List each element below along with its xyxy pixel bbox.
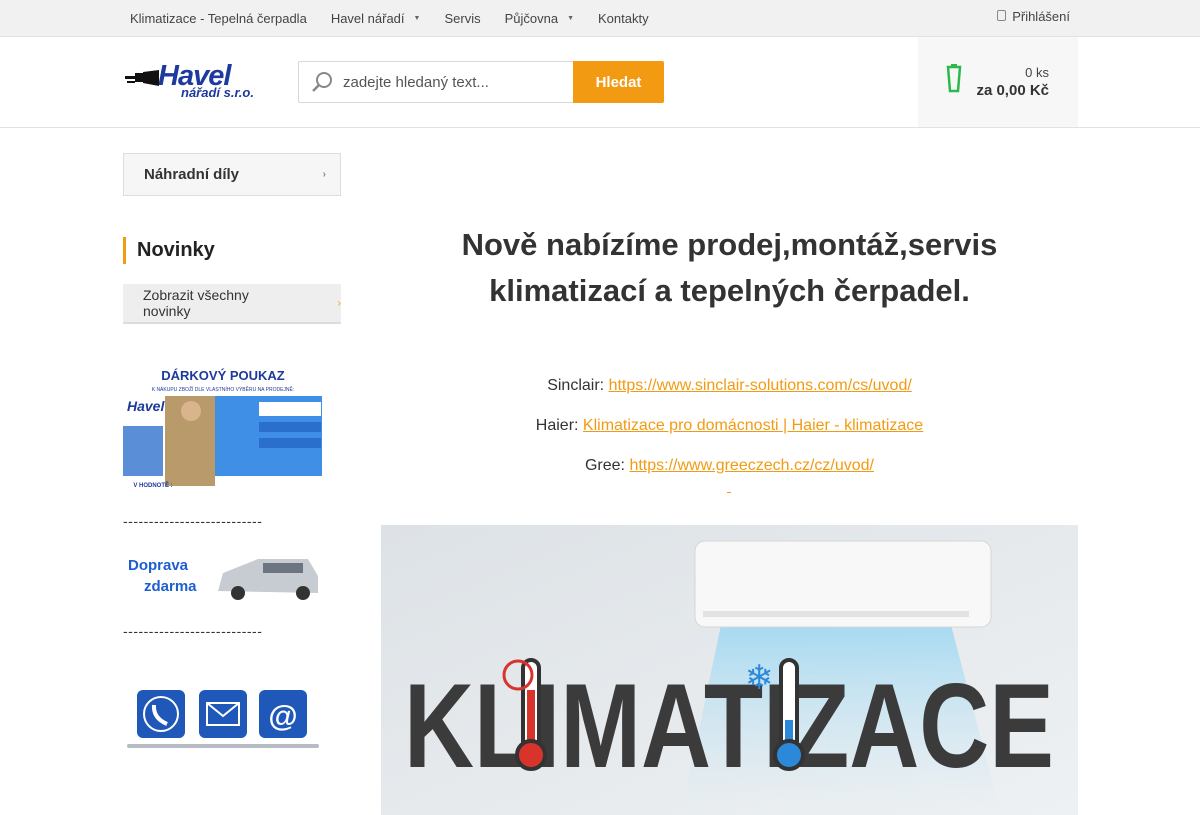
all-news-label: Zobrazit všechny novinky [143,287,249,319]
mail-icon [199,690,247,738]
nav-item-kontakty[interactable]: Kontakty [586,11,661,26]
top-nav: Klimatizace - Tepelná čerpadla Havel nář… [118,0,661,36]
login-link[interactable]: Přihlášení [997,9,1070,24]
brand-label: Haier: [535,417,579,434]
search-input[interactable] [343,73,563,91]
cart-icon [946,64,962,93]
header: Havel nářadí s.r.o. Hledat 0 ks za 0,00 … [0,37,1200,128]
caret-down-icon: ▼ [413,14,421,22]
free-delivery-banner[interactable]: Doprava zdarma [123,551,323,603]
login-label: Přihlášení [1012,9,1070,24]
caret-down-icon: ▼ [567,14,575,22]
brand-line-sinclair: Sinclair: https://www.sinclair-solutions… [381,366,1078,406]
banner-title: KLIMATIZACE [404,659,1054,793]
voucher-line: K NÁKUPU ZBOŽÍ DLE VLASTNÍHO VÝBĚRU NA P… [152,385,295,393]
klimatizace-banner[interactable]: KLIMATIZACE ❄ [381,525,1078,815]
nav-item-pujcovna[interactable]: Půjčovna ▼ [493,11,586,26]
voucher-title: DÁRKOVÝ POUKAZ [161,368,285,383]
search-button[interactable]: Hledat [573,61,664,103]
search-bar: Hledat [298,61,664,103]
doprava-line2: zdarma [144,578,197,595]
divider: --------------------------- [123,513,263,529]
logo[interactable]: Havel nářadí s.r.o. [123,56,282,108]
cart-quantity: 0 ks [1025,65,1049,80]
all-news-button[interactable]: Zobrazit všechny novinky › [123,284,341,324]
cart-total: za 0,00 Kč [976,82,1049,99]
main-content: Nově nabízíme prodej,montáž,servis klima… [381,128,1078,815]
category-label: Náhradní díly [144,166,240,183]
phone-icon [137,690,185,738]
svg-text:Havel: Havel [127,398,165,414]
divider: --------------------------- [123,623,263,639]
nav-label: Servis [444,10,481,26]
nav-item-servis[interactable]: Servis [432,11,492,26]
logo-sub: nářadí s.r.o. [181,85,254,100]
nav-label: Půjčovna [504,10,559,26]
gift-voucher-banner[interactable]: DÁRKOVÝ POUKAZ K NÁKUPU ZBOŽÍ DLE VLASTN… [123,366,322,493]
svg-text:❄: ❄ [745,658,774,698]
contact-icons[interactable]: @ [123,688,323,755]
sinclair-link[interactable]: https://www.sinclair-solutions.com/cs/uv… [609,377,912,394]
cart[interactable]: 0 ks za 0,00 Kč [918,37,1078,127]
sidebar: Náhradní díly › Novinky Zobrazit všechny… [123,153,341,748]
voucher-value-label: V HODNOTĚ : [133,481,172,489]
nav-item-klimatizace[interactable]: Klimatizace - Tepelná čerpadla [118,11,319,26]
brand-line-gree: Gree: https://www.greeczech.cz/cz/uvod/ [381,446,1078,486]
empty-link [381,486,1078,514]
chevron-right-icon: › [337,297,341,309]
lock-icon [997,10,1007,21]
headline-line2: klimatizací a tepelných čerpadel. [489,273,970,308]
search-field[interactable] [298,61,573,103]
category-nahradni-dily[interactable]: Náhradní díly › [123,153,341,196]
brand-line-haier: Haier: Klimatizace pro domácnosti | Haie… [381,406,1078,446]
brand-label: Gree: [584,457,625,474]
doprava-line1: Doprava [128,557,189,574]
gree-link[interactable]: https://www.greeczech.cz/cz/uvod/ [629,457,874,474]
top-bar: Klimatizace - Tepelná čerpadla Havel nář… [0,0,1200,37]
at-email-icon: @ [259,690,307,738]
chevron-right-icon: › [322,169,326,180]
brand-label: Sinclair: [547,377,605,394]
headline-line1: Nově nabízíme prodej,montáž,servis [461,227,998,262]
svg-text:@: @ [268,700,297,733]
nav-item-havel-naradi[interactable]: Havel nářadí ▼ [319,11,433,26]
nav-label: Havel nářadí [330,10,405,26]
haier-link[interactable]: Klimatizace pro domácnosti | Haier - kli… [583,417,923,434]
news-heading: Novinky [123,237,341,264]
nav-label: Kontakty [598,10,649,26]
headline: Nově nabízíme prodej,montáž,servis klima… [381,222,1078,314]
nav-label: Klimatizace - Tepelná čerpadla [130,10,307,26]
search-icon [312,72,332,92]
